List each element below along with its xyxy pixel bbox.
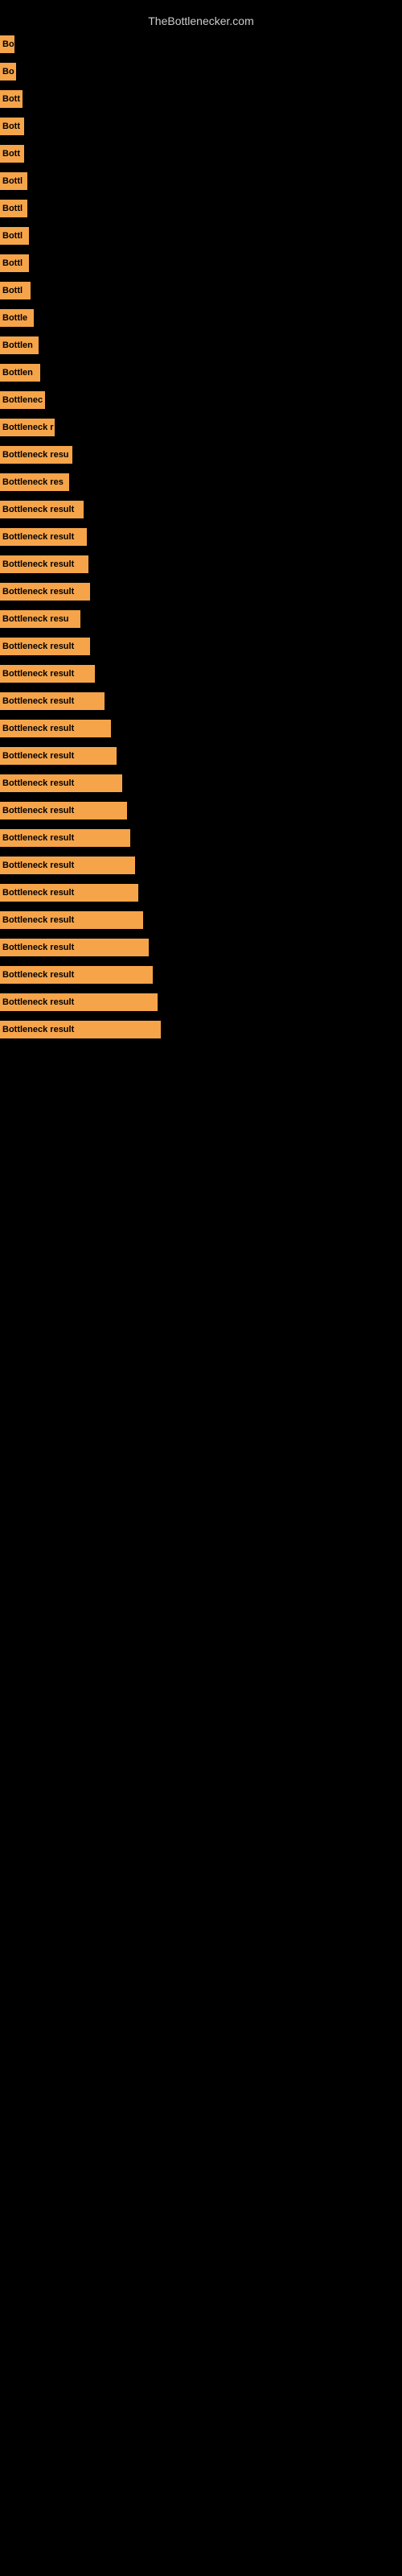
- bar-label: Bottlen: [0, 364, 40, 382]
- bar-label: Bottl: [0, 227, 29, 245]
- site-title: TheBottlenecker.com: [148, 14, 254, 27]
- bar-label: Bottleneck result: [0, 501, 84, 518]
- bar-row: Bottleneck result: [0, 797, 402, 824]
- bar-label: Bottleneck result: [0, 692, 105, 710]
- bar-row: Bottleneck result: [0, 551, 402, 578]
- bar-row: Bottlen: [0, 359, 402, 386]
- bar-row: Bottleneck result: [0, 1016, 402, 1043]
- bar-row: Bottleneck result: [0, 687, 402, 715]
- bar-row: Bottleneck result: [0, 824, 402, 852]
- bar-label: Bottleneck result: [0, 829, 130, 847]
- bar-label: Bottleneck result: [0, 802, 127, 819]
- bar-label: Bottleneck result: [0, 884, 138, 902]
- bar-row: Bottleneck result: [0, 770, 402, 797]
- bar-row: Bottleneck result: [0, 852, 402, 879]
- bar-row: Bottleneck result: [0, 879, 402, 906]
- bar-row: Bottl: [0, 277, 402, 304]
- bar-row: Bottleneck result: [0, 742, 402, 770]
- bar-row: Bottl: [0, 167, 402, 195]
- bar-row: Bottlenec: [0, 386, 402, 414]
- bar-label: Bott: [0, 90, 23, 108]
- bars-container: Bo Bo Bott Bott Bott Bottl Bottl Bottl Bottl Bott…: [0, 31, 402, 1043]
- bar-row: Bottleneck result: [0, 578, 402, 605]
- bar-label: Bottleneck result: [0, 911, 143, 929]
- bar-label: Bottleneck result: [0, 1021, 161, 1038]
- bar-row: Bottleneck result: [0, 934, 402, 961]
- bar-label: Bottleneck result: [0, 774, 122, 792]
- bar-label: Bo: [0, 35, 14, 53]
- bar-row: Bottleneck r: [0, 414, 402, 441]
- bar-row: Bottleneck result: [0, 715, 402, 742]
- bar-row: Bott: [0, 113, 402, 140]
- bar-label: Bottleneck resu: [0, 610, 80, 628]
- bar-label: Bottleneck result: [0, 528, 87, 546]
- bar-row: Bottl: [0, 195, 402, 222]
- bar-row: Bottleneck result: [0, 660, 402, 687]
- site-header: TheBottlenecker.com: [0, 8, 402, 31]
- bar-label: Bottleneck r: [0, 419, 55, 436]
- bar-row: Bottleneck resu: [0, 605, 402, 633]
- bar-label: Bottleneck result: [0, 993, 158, 1011]
- bar-label: Bott: [0, 145, 24, 163]
- bar-row: Bottleneck resu: [0, 441, 402, 469]
- bar-label: Bott: [0, 118, 24, 135]
- bar-label: Bottleneck result: [0, 720, 111, 737]
- bar-row: Bottleneck result: [0, 633, 402, 660]
- bar-label: Bottleneck result: [0, 665, 95, 683]
- bar-label: Bottlenec: [0, 391, 45, 409]
- main-container: TheBottlenecker.com Bo Bo Bott Bott Bott Bott…: [0, 0, 402, 1051]
- bar-label: Bottleneck result: [0, 747, 117, 765]
- bar-row: Bottleneck result: [0, 496, 402, 523]
- bar-row: Bottleneck result: [0, 523, 402, 551]
- bar-row: Bottlen: [0, 332, 402, 359]
- bar-row: Bottl: [0, 222, 402, 250]
- bar-label: Bottl: [0, 254, 29, 272]
- bar-label: Bottle: [0, 309, 34, 327]
- bar-label: Bottl: [0, 282, 31, 299]
- bar-label: Bottleneck res: [0, 473, 69, 491]
- bar-label: Bottleneck result: [0, 857, 135, 874]
- bar-label: Bottlen: [0, 336, 39, 354]
- bar-row: Bottleneck res: [0, 469, 402, 496]
- bar-row: Bottleneck result: [0, 989, 402, 1016]
- bar-row: Bott: [0, 85, 402, 113]
- bar-label: Bottleneck result: [0, 966, 153, 984]
- bar-row: Bo: [0, 31, 402, 58]
- bar-row: Bottle: [0, 304, 402, 332]
- bar-row: Bottl: [0, 250, 402, 277]
- bar-row: Bottleneck result: [0, 961, 402, 989]
- bar-label: Bottleneck result: [0, 638, 90, 655]
- bar-label: Bo: [0, 63, 16, 80]
- bar-row: Bott: [0, 140, 402, 167]
- bar-label: Bottleneck result: [0, 583, 90, 601]
- bar-label: Bottl: [0, 172, 27, 190]
- bar-label: Bottleneck resu: [0, 446, 72, 464]
- bar-label: Bottleneck result: [0, 939, 149, 956]
- bar-row: Bo: [0, 58, 402, 85]
- bar-label: Bottl: [0, 200, 27, 217]
- bar-label: Bottleneck result: [0, 555, 88, 573]
- bar-row: Bottleneck result: [0, 906, 402, 934]
